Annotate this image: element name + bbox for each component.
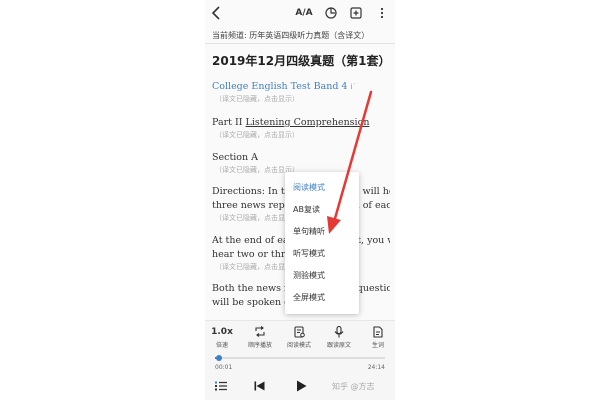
translation-hint[interactable]: （译文已隐藏，点击显示） [215, 130, 390, 140]
menu-item-quiz-mode[interactable]: 测验模式 [293, 270, 325, 281]
progress-slider[interactable] [215, 355, 385, 361]
phone-screen: A/A 当前频道: 历年英语四级听力真题（含译文） 2019年12月四级真题（第… [205, 0, 395, 400]
menu-item-fullscreen-mode[interactable]: 全屏模式 [293, 292, 325, 303]
tool-label: 顺序播放 [247, 342, 272, 349]
total-time: 24:14 [367, 364, 385, 371]
paragraph-text: Part II Listening Comprehension [212, 117, 370, 128]
vocabulary-icon [361, 325, 395, 338]
page-title: 2019年12月四级真题（第1套） [212, 54, 391, 68]
tool-label: 生词 [371, 342, 384, 349]
translate-icon[interactable]: A/A [295, 4, 312, 22]
current-channel[interactable]: 当前频道: 历年英语四级听力真题（含译文） [212, 30, 392, 41]
menu-item-ab-repeat[interactable]: AB复读 [293, 204, 320, 215]
tool-label: 阅读模式 [286, 342, 311, 349]
elapsed-time: 00:01 [215, 364, 233, 371]
paragraph-1[interactable]: College English Test Band 4 ⅰ˙ （译文已隐藏，点击… [212, 80, 390, 104]
paragraph-text: College English Test Band 4 ⅰ˙ [212, 81, 356, 92]
repeat-icon [243, 325, 277, 338]
add-box-icon[interactable] [349, 4, 363, 22]
reading-mode-button[interactable]: 阅读模式 [282, 325, 316, 349]
microphone-icon [322, 325, 356, 338]
speed-button[interactable]: 1.0x 倍速 [205, 325, 239, 350]
play-order-button[interactable]: 顺序播放 [243, 325, 277, 349]
reading-mode-icon [282, 325, 316, 338]
watermark: 知乎 @方志 [332, 382, 375, 391]
paragraph-2[interactable]: Part II Listening Comprehension （译文已隐藏，点… [212, 116, 390, 140]
timer-icon[interactable] [324, 4, 338, 22]
more-vertical-icon[interactable] [376, 4, 388, 22]
back-arrow-icon[interactable] [209, 4, 223, 22]
follow-read-button[interactable]: 跟读原文 [322, 325, 356, 349]
speed-icon: 1.0x [211, 326, 233, 337]
play-icon[interactable] [296, 379, 307, 393]
translation-hint[interactable]: （译文已隐藏，点击显示） [215, 94, 390, 104]
paragraph-text: Section A [212, 152, 259, 163]
player-controls: 1.0x 倍速 顺序播放 阅读模式 跟读原文 生词 00:01 24:14 知乎… [205, 320, 395, 400]
progress-knob[interactable] [215, 355, 222, 361]
divider [205, 43, 395, 44]
top-bar: A/A [205, 0, 395, 26]
menu-item-dictation-mode[interactable]: 听写模式 [293, 248, 325, 259]
previous-icon[interactable] [254, 379, 265, 393]
tool-label: 倍速 [215, 342, 228, 349]
playlist-icon[interactable] [215, 379, 227, 393]
menu-item-reading-mode[interactable]: 阅读模式 [293, 182, 325, 193]
tool-label: 跟读原文 [326, 342, 351, 349]
mode-popup-menu: 阅读模式 AB复读 单句精听 听写模式 测验模式 全屏模式 [285, 172, 359, 314]
vocabulary-button[interactable]: 生词 [361, 325, 395, 349]
info-icon: ⅰ˙ [350, 83, 356, 91]
menu-item-single-sentence[interactable]: 单句精听 [293, 226, 325, 237]
